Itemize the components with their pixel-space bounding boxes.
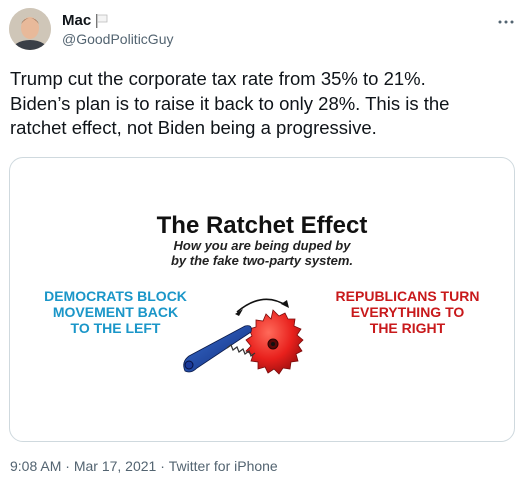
meme-subtitle-line2: by the fake two-party system. bbox=[170, 253, 354, 268]
meta-separator: · bbox=[156, 458, 169, 474]
white-flag-icon bbox=[95, 13, 109, 29]
display-name[interactable]: Mac bbox=[62, 12, 91, 29]
ratchet-gear-illustration bbox=[183, 298, 304, 375]
meme-subtitle-line1: How you are being duped by bbox=[173, 238, 351, 253]
tweet-text: Trump cut the corporate tax rate from 35… bbox=[10, 68, 450, 138]
tweet-source-link[interactable]: Twitter for iPhone bbox=[169, 458, 278, 474]
tweet-date[interactable]: Mar 17, 2021 bbox=[74, 458, 157, 474]
meta-separator: · bbox=[61, 458, 74, 474]
author-handle[interactable]: @GoodPoliticGuy bbox=[62, 31, 173, 47]
author-name-row[interactable]: Mac bbox=[62, 12, 109, 29]
meme-title: The Ratchet Effect bbox=[156, 212, 368, 239]
tweet-time[interactable]: 9:08 AM bbox=[10, 458, 61, 474]
more-options-icon[interactable] bbox=[497, 12, 515, 30]
avatar[interactable] bbox=[9, 8, 51, 50]
republicans-caption: REPUBLICANS TURN EVERYTHING TO THE RIGHT bbox=[335, 288, 480, 336]
tweet-meta: 9:08 AM · Mar 17, 2021 · Twitter for iPh… bbox=[10, 458, 278, 474]
avatar-photo-icon bbox=[9, 8, 51, 50]
tweet-media-image[interactable]: The Ratchet Effect How you are being dup… bbox=[9, 157, 515, 442]
